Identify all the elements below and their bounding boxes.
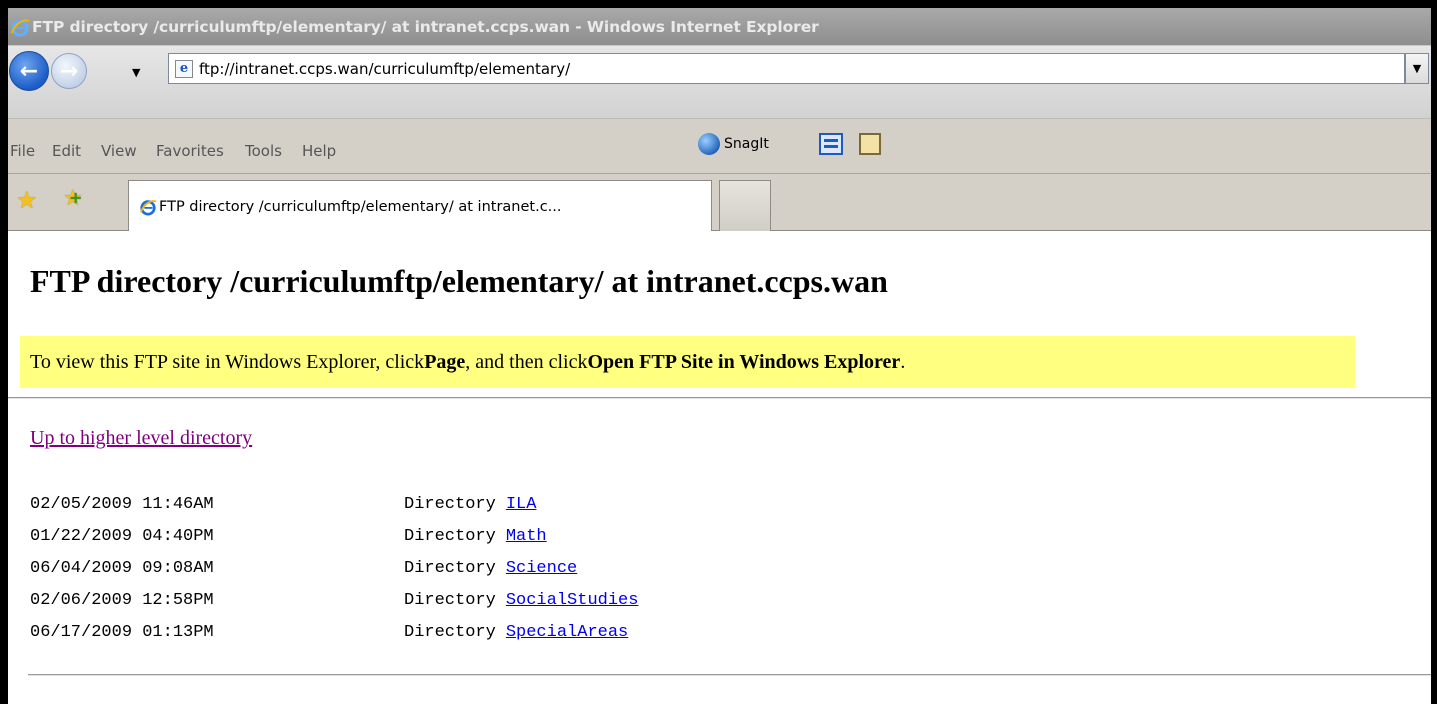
browser-frame: FTP directory /curriculumftp/elementary/…	[8, 8, 1431, 704]
window-title: FTP directory /curriculumftp/elementary/…	[32, 17, 819, 36]
forward-button[interactable]: →	[51, 53, 87, 89]
entry-type: Directory	[404, 559, 496, 578]
snagit-label: SnagIt	[724, 136, 769, 152]
entry-datetime: 06/17/2009 01:13PM	[30, 623, 214, 642]
explorer-info-note: To view this FTP site in Windows Explore…	[20, 336, 1355, 388]
directory-link-science[interactable]: Science	[506, 559, 577, 591]
tab-ftp-directory[interactable]: FTP directory /curriculumftp/elementary/…	[128, 180, 712, 232]
divider-top	[8, 397, 1431, 399]
title-bar: FTP directory /curriculumftp/elementary/…	[8, 8, 1431, 45]
note-open-ftp-keyword: Open FTP Site in Windows Explorer	[587, 350, 901, 373]
note-text-prefix: To view this FTP site in Windows Explore…	[30, 350, 425, 373]
list-item: 02/05/2009 11:46AM Directory ILA	[30, 495, 638, 527]
list-item: 06/04/2009 09:08AM Directory Science	[30, 559, 638, 591]
entry-datetime: 02/05/2009 11:46AM	[30, 495, 214, 514]
tab-label: FTP directory /curriculumftp/elementary/…	[159, 198, 562, 215]
list-item: 01/22/2009 04:40PM Directory Math	[30, 527, 638, 559]
entry-type: Directory	[404, 591, 496, 610]
note-text-suffix: .	[900, 350, 906, 373]
snagit-folder-icon[interactable]	[859, 133, 881, 155]
snagit-icon	[698, 133, 720, 155]
list-item: 06/17/2009 01:13PM Directory SpecialAreas	[30, 623, 638, 655]
directory-link-socialstudies[interactable]: SocialStudies	[506, 591, 639, 623]
favorites-star-icon[interactable]: ★	[16, 186, 38, 214]
entry-datetime: 01/22/2009 04:40PM	[30, 527, 214, 546]
internet-explorer-icon	[139, 199, 157, 216]
page-content: FTP directory /curriculumftp/elementary/…	[8, 231, 1431, 704]
browser-window: FTP directory /curriculumftp/elementary/…	[0, 0, 1437, 704]
address-bar: ← → ▼ e ftp://intranet.ccps.wan/curricul…	[8, 45, 1431, 118]
directory-link-specialareas[interactable]: SpecialAreas	[506, 623, 628, 655]
entry-type: Directory	[404, 527, 496, 546]
entry-datetime: 02/06/2009 12:58PM	[30, 591, 214, 610]
directory-link-math[interactable]: Math	[506, 527, 547, 559]
tab-bar: ★ ★ + FTP directory /curriculumftp/elemen…	[8, 174, 1431, 232]
divider-bottom	[28, 674, 1431, 676]
menu-file[interactable]: File	[10, 142, 35, 160]
directory-listing: 02/05/2009 11:46AM Directory ILA 01/22/200…	[30, 495, 638, 655]
back-button[interactable]: ←	[9, 51, 49, 91]
back-arrow-icon: ←	[19, 58, 39, 84]
entry-type: Directory	[404, 623, 496, 642]
forward-arrow-icon: →	[59, 58, 79, 84]
address-dropdown-button[interactable]: ▼	[1405, 53, 1429, 84]
internet-explorer-icon	[11, 18, 30, 36]
add-favorite-icon[interactable]: ★ +	[63, 186, 83, 211]
page-title: FTP directory /curriculumftp/elementary/…	[30, 263, 888, 299]
entry-type: Directory	[404, 495, 496, 514]
menu-view[interactable]: View	[101, 142, 137, 160]
menu-help[interactable]: Help	[302, 142, 336, 160]
list-item: 02/06/2009 12:58PM Directory SocialStudies	[30, 591, 638, 623]
directory-link-ila[interactable]: ILA	[506, 495, 537, 527]
note-page-keyword: Page	[424, 350, 466, 373]
menu-tools[interactable]: Tools	[245, 142, 282, 160]
page-icon: e	[175, 59, 193, 78]
recent-pages-dropdown[interactable]: ▼	[132, 66, 140, 79]
address-field[interactable]: e ftp://intranet.ccps.wan/curriculumftp/…	[168, 53, 1405, 84]
snagit-button[interactable]: SnagIt	[698, 133, 769, 155]
entry-datetime: 06/04/2009 09:08AM	[30, 559, 214, 578]
new-tab-button[interactable]	[719, 180, 771, 232]
menu-edit[interactable]: Edit	[52, 142, 81, 160]
address-url[interactable]: ftp://intranet.ccps.wan/curriculumftp/el…	[199, 60, 570, 78]
note-text-middle: , and then click	[465, 350, 588, 373]
menu-bar: File Edit View Favorites Tools Help Snag…	[8, 118, 1431, 174]
menu-favorites[interactable]: Favorites	[156, 142, 224, 160]
up-directory-link[interactable]: Up to higher level directory	[30, 427, 252, 450]
snagit-window-icon[interactable]	[819, 133, 843, 155]
